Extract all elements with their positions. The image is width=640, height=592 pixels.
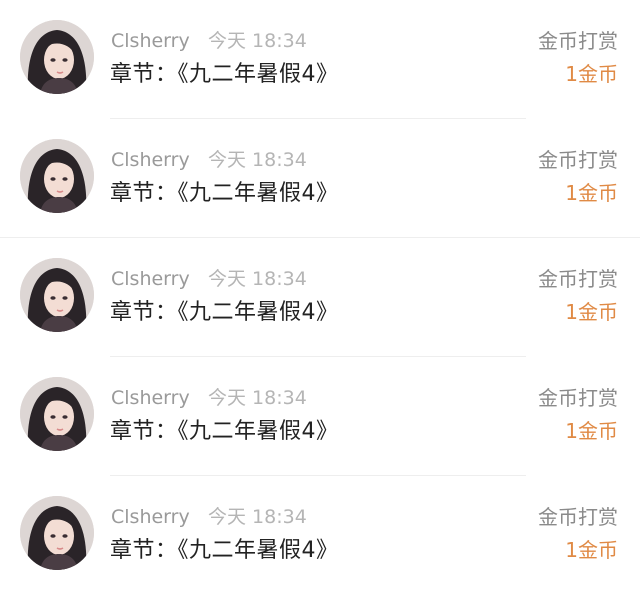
tip-amount: 1金币 xyxy=(565,538,618,562)
list-item[interactable]: Clsherry 今天 18:34 章节：《九二年暑假4》 金币打赏 1金币 xyxy=(0,0,640,120)
username[interactable]: Clsherry xyxy=(111,267,190,291)
list-item[interactable]: Clsherry 今天 18:34 章节：《九二年暑假4》 金币打赏 1金币 xyxy=(0,357,640,477)
chapter-title: 章节：《九二年暑假4》 xyxy=(110,300,339,325)
chapter-title: 章节：《九二年暑假4》 xyxy=(110,181,339,206)
tip-type-label: 金币打赏 xyxy=(538,267,618,291)
tip-amount: 1金币 xyxy=(565,300,618,324)
list-item[interactable]: Clsherry 今天 18:34 章节：《九二年暑假4》 金币打赏 1金币 xyxy=(0,238,640,358)
avatar[interactable] xyxy=(20,258,94,332)
tip-type-label: 金币打赏 xyxy=(538,386,618,410)
list-item[interactable]: Clsherry 今天 18:34 章节：《九二年暑假4》 金币打赏 1金币 xyxy=(0,119,640,239)
tip-type-label: 金币打赏 xyxy=(538,29,618,53)
anime-girl-avatar-icon xyxy=(20,139,94,213)
timestamp: 今天 18:34 xyxy=(208,30,307,52)
anime-girl-avatar-icon xyxy=(20,20,94,94)
tip-type-label: 金币打赏 xyxy=(538,505,618,529)
username[interactable]: Clsherry xyxy=(111,505,190,529)
avatar[interactable] xyxy=(20,139,94,213)
anime-girl-avatar-icon xyxy=(20,377,94,451)
avatar[interactable] xyxy=(20,496,94,570)
tip-amount: 1金币 xyxy=(565,181,618,205)
username[interactable]: Clsherry xyxy=(111,148,190,172)
timestamp: 今天 18:34 xyxy=(208,506,307,528)
tip-record-list: Clsherry 今天 18:34 章节：《九二年暑假4》 金币打赏 1金币 C… xyxy=(0,0,640,592)
chapter-title: 章节：《九二年暑假4》 xyxy=(110,538,339,563)
tip-amount: 1金币 xyxy=(565,62,618,86)
tip-type-label: 金币打赏 xyxy=(538,148,618,172)
username[interactable]: Clsherry xyxy=(111,29,190,53)
chapter-title: 章节：《九二年暑假4》 xyxy=(110,419,339,444)
avatar[interactable] xyxy=(20,377,94,451)
username[interactable]: Clsherry xyxy=(111,386,190,410)
anime-girl-avatar-icon xyxy=(20,496,94,570)
list-item[interactable]: Clsherry 今天 18:34 章节：《九二年暑假4》 金币打赏 1金币 xyxy=(0,476,640,592)
timestamp: 今天 18:34 xyxy=(208,268,307,290)
timestamp: 今天 18:34 xyxy=(208,149,307,171)
anime-girl-avatar-icon xyxy=(20,258,94,332)
chapter-title: 章节：《九二年暑假4》 xyxy=(110,62,339,87)
tip-amount: 1金币 xyxy=(565,419,618,443)
timestamp: 今天 18:34 xyxy=(208,387,307,409)
avatar[interactable] xyxy=(20,20,94,94)
